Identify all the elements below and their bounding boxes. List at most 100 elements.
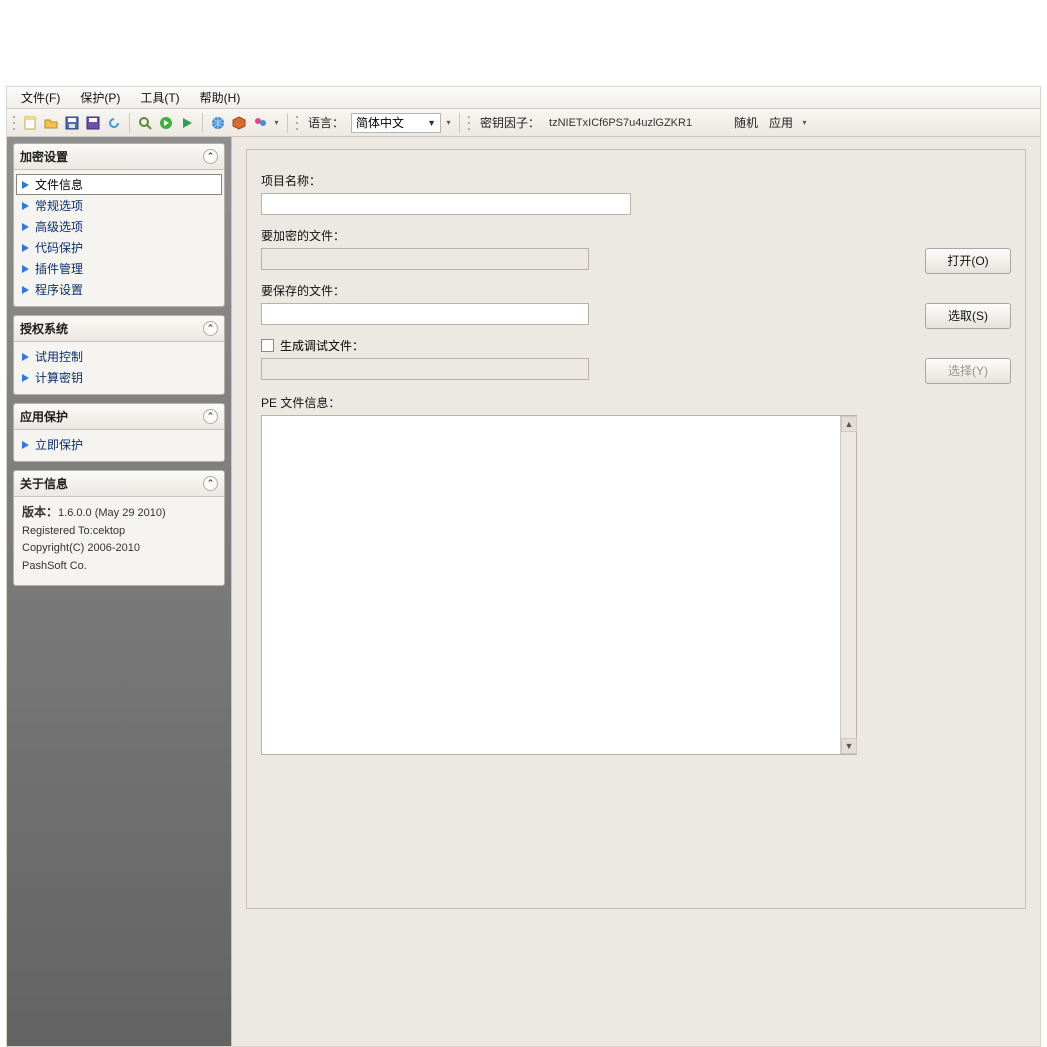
sidebar-item-trial[interactable]: 试用控制 [16, 346, 222, 367]
cube-icon[interactable] [230, 114, 248, 132]
sidebar: 加密设置 ⌃ 文件信息 常规选项 高级选项 代码保护 插件管理 程序设置 授权系… [7, 137, 232, 1046]
gen-debug-checkbox[interactable] [261, 339, 274, 352]
toolbar-overflow[interactable]: ▾ [444, 114, 453, 132]
new-icon[interactable] [21, 114, 39, 132]
keyfactor-label: 密钥因子： [476, 114, 544, 131]
play-icon[interactable] [157, 114, 175, 132]
panel-title: 授权系统 [20, 320, 68, 337]
save-file-label: 要保存的文件： [261, 282, 1011, 299]
toolbar-overflow[interactable]: ▾ [800, 114, 809, 132]
collapse-icon[interactable]: ⌃ [203, 149, 218, 164]
sidebar-item-advanced[interactable]: 高级选项 [16, 216, 222, 237]
triangle-icon [22, 181, 29, 189]
triangle-icon [22, 244, 29, 252]
nav-label: 文件信息 [35, 176, 83, 193]
pe-info-label: PE 文件信息： [261, 394, 1011, 411]
language-value: 简体中文 [356, 114, 404, 131]
main-area: 项目名称： 要加密的文件： 打开(O) 要保存的文件： 选取(S) 生成调试文件… [232, 137, 1040, 1046]
globe-icon[interactable] [209, 114, 227, 132]
keyfactor-input[interactable] [547, 114, 727, 132]
toolbar-grip [466, 114, 471, 132]
nav-label: 插件管理 [35, 260, 83, 277]
panel-body: 立即保护 [14, 430, 224, 461]
sidebar-item-appsettings[interactable]: 程序设置 [16, 279, 222, 300]
chevron-down-icon: ▼ [427, 118, 436, 128]
debug-file-input [261, 358, 589, 380]
scroll-down-icon[interactable]: ▼ [841, 738, 857, 754]
panel-body: 文件信息 常规选项 高级选项 代码保护 插件管理 程序设置 [14, 170, 224, 306]
triangle-icon [22, 353, 29, 361]
menu-tools[interactable]: 工具(T) [130, 87, 189, 108]
triangle-icon [22, 265, 29, 273]
panel-head-license[interactable]: 授权系统 ⌃ [14, 316, 224, 342]
nav-label: 立即保护 [35, 436, 83, 453]
collapse-icon[interactable]: ⌃ [203, 476, 218, 491]
menu-file[interactable]: 文件(F) [11, 87, 70, 108]
toolbar-overflow[interactable]: ▾ [272, 114, 281, 132]
triangle-icon [22, 202, 29, 210]
nav-label: 计算密钥 [35, 369, 83, 386]
project-name-input[interactable] [261, 193, 631, 215]
apply-button[interactable]: 应用 [765, 113, 797, 132]
select-button[interactable]: 选取(S) [925, 303, 1011, 329]
run-icon[interactable] [178, 114, 196, 132]
nav-label: 常规选项 [35, 197, 83, 214]
pe-info-textarea[interactable]: ▲ ▼ [261, 415, 857, 755]
nav-label: 程序设置 [35, 281, 83, 298]
panel-head-appprotect[interactable]: 应用保护 ⌃ [14, 404, 224, 430]
saveas-icon[interactable] [84, 114, 102, 132]
sidebar-item-fileinfo[interactable]: 文件信息 [16, 174, 222, 195]
panel-about: 关于信息 ⌃ 版本：1.6.0.0 (May 29 2010) Register… [13, 470, 225, 586]
collapse-icon[interactable]: ⌃ [203, 409, 218, 424]
encrypt-file-label: 要加密的文件： [261, 227, 1011, 244]
language-label: 语言： [304, 114, 348, 131]
triangle-icon [22, 286, 29, 294]
toolbar-separator [287, 113, 288, 133]
panel-title: 应用保护 [20, 408, 68, 425]
users-icon[interactable] [251, 114, 269, 132]
refresh-icon[interactable] [105, 114, 123, 132]
toolbar-separator [459, 113, 460, 133]
open-icon[interactable] [42, 114, 60, 132]
scrollbar[interactable]: ▲ ▼ [840, 416, 856, 754]
version-value: 1.6.0.0 (May 29 2010) [58, 507, 166, 519]
version-label: 版本： [22, 505, 58, 519]
toolbar-separator [202, 113, 203, 133]
toolbar-grip [11, 114, 16, 132]
save-file-input[interactable] [261, 303, 589, 325]
sidebar-item-general[interactable]: 常规选项 [16, 195, 222, 216]
menu-help[interactable]: 帮助(H) [190, 87, 251, 108]
choose-button: 选择(Y) [925, 358, 1011, 384]
sidebar-item-codeprotect[interactable]: 代码保护 [16, 237, 222, 258]
sidebar-item-computekey[interactable]: 计算密钥 [16, 367, 222, 388]
collapse-icon[interactable]: ⌃ [203, 321, 218, 336]
panel-body: 试用控制 计算密钥 [14, 342, 224, 394]
panel-license: 授权系统 ⌃ 试用控制 计算密钥 [13, 315, 225, 395]
panel-title: 加密设置 [20, 148, 68, 165]
form-panel: 项目名称： 要加密的文件： 打开(O) 要保存的文件： 选取(S) 生成调试文件… [246, 149, 1026, 909]
search-icon[interactable] [136, 114, 154, 132]
open-button[interactable]: 打开(O) [925, 248, 1011, 274]
about-body: 版本：1.6.0.0 (May 29 2010) Registered To:c… [14, 497, 224, 585]
nav-label: 试用控制 [35, 348, 83, 365]
app-window: 文件(F) 保护(P) 工具(T) 帮助(H) ▾ 语言： 简体中文 ▼ ▾ 密… [6, 86, 1041, 1047]
sidebar-item-protectnow[interactable]: 立即保护 [16, 434, 222, 455]
random-button[interactable]: 随机 [730, 113, 762, 132]
triangle-icon [22, 374, 29, 382]
nav-label: 代码保护 [35, 239, 83, 256]
save-icon[interactable] [63, 114, 81, 132]
sidebar-item-plugins[interactable]: 插件管理 [16, 258, 222, 279]
triangle-icon [22, 223, 29, 231]
scroll-up-icon[interactable]: ▲ [841, 416, 857, 432]
nav-label: 高级选项 [35, 218, 83, 235]
body: 加密设置 ⌃ 文件信息 常规选项 高级选项 代码保护 插件管理 程序设置 授权系… [7, 137, 1040, 1046]
registered-text: Registered To:cektop [22, 523, 216, 541]
panel-head-encrypt[interactable]: 加密设置 ⌃ [14, 144, 224, 170]
toolbar: ▾ 语言： 简体中文 ▼ ▾ 密钥因子： 随机 应用 ▾ [7, 109, 1040, 137]
toolbar-separator [129, 113, 130, 133]
panel-title: 关于信息 [20, 475, 68, 492]
encrypt-file-input[interactable] [261, 248, 589, 270]
menu-protect[interactable]: 保护(P) [70, 87, 130, 108]
panel-head-about[interactable]: 关于信息 ⌃ [14, 471, 224, 497]
language-select[interactable]: 简体中文 ▼ [351, 113, 441, 133]
